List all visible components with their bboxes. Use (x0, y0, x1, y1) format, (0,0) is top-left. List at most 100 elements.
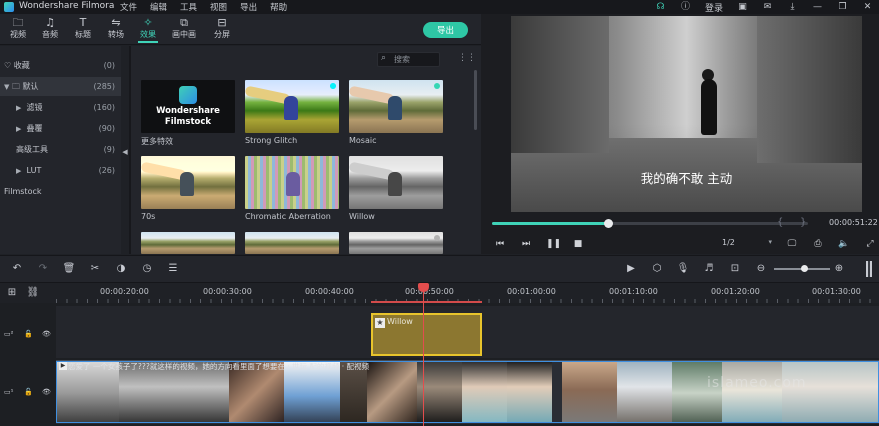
info-icon[interactable]: ⓘ (680, 2, 691, 13)
ruler-label: 00:00:50:00 (405, 287, 454, 296)
effect-thumb-70s[interactable] (141, 156, 235, 209)
menu-help[interactable]: 帮助 (270, 1, 287, 13)
effect-thumb-mosaic[interactable] (349, 80, 443, 133)
category-default[interactable]: ▼ 🗀 默认 (285) (0, 77, 121, 96)
title-bar: Wondershare Filmora 文件 编辑 工具 视图 导出 帮助 ☊ … (0, 0, 879, 14)
pip-icon: ⧉ (180, 16, 188, 29)
render-icon[interactable]: ▶ (624, 262, 638, 276)
clip-frame (782, 362, 878, 422)
collapse-panel-icon[interactable]: ◀ (121, 147, 129, 157)
category-overlays[interactable]: ▶ 叠覆 (90) (0, 119, 121, 138)
transition-icon: ⇋ (111, 16, 121, 29)
video-clip-title: 恋爱了 一个女孩子了???就这样的视频，她的方向看里面了想要在 · 世玩 配的视… (68, 362, 370, 371)
playhead-handle[interactable] (418, 283, 429, 292)
caret-right-icon: ▶ (16, 167, 22, 175)
menu-file[interactable]: 文件 (120, 1, 137, 13)
tab-video[interactable]: 🗀 视频 (2, 17, 34, 40)
volume-icon[interactable]: 🔈 (838, 238, 850, 250)
stop-icon[interactable]: ■ (572, 238, 584, 250)
delete-icon[interactable]: 🗑 (62, 262, 76, 276)
mic-icon[interactable]: 🎙 (676, 262, 690, 276)
track-type-icon: ▭² (4, 330, 14, 338)
marker-icon[interactable]: ⬡ (650, 262, 664, 276)
restore-icon[interactable]: ❐ (837, 2, 848, 13)
tab-transitions[interactable]: ⇋ 转场 (100, 17, 132, 40)
tab-effects[interactable]: ✧ 效果 (132, 17, 164, 43)
link-icon[interactable]: ⛓ (26, 286, 40, 300)
lock-icon[interactable]: 🔓 (24, 330, 33, 338)
category-filters[interactable]: ▶ 滤镜 (160) (0, 98, 121, 117)
effect-thumb-strong-glitch[interactable] (245, 80, 339, 133)
ruler-label: 00:00:40:00 (305, 287, 354, 296)
download-icon[interactable]: ⤓ (787, 2, 798, 13)
audio-mixer-icon[interactable]: ♬ (702, 262, 716, 276)
menu-view[interactable]: 视图 (210, 1, 227, 13)
category-favorites[interactable]: ♡ 收藏 (0) (0, 56, 121, 75)
effect-clip-willow[interactable]: ★ Willow (371, 313, 482, 356)
adjust-icon[interactable]: ☰ (166, 262, 180, 276)
chevron-down-icon: ▾ (768, 238, 772, 246)
menu-tools[interactable]: 工具 (180, 1, 197, 13)
mark-out-icon[interactable]: } (800, 217, 806, 228)
effect-thumb[interactable] (141, 232, 235, 254)
video-preview: 我的确不敢 主动 (511, 16, 862, 212)
effect-thumb[interactable] (245, 232, 339, 254)
zoom-out-icon[interactable]: ⊖ (754, 262, 768, 276)
effect-thumb-filmstock[interactable]: Wondershare Filmstock (141, 80, 235, 133)
category-advanced-tools[interactable]: 高级工具 (9) (0, 140, 121, 159)
eye-icon[interactable]: 👁 (42, 330, 51, 338)
menu-bar: 文件 编辑 工具 视图 导出 帮助 (120, 1, 287, 13)
export-button[interactable]: 导出 (423, 22, 468, 38)
category-filmstock[interactable]: Filmstock (0, 182, 121, 201)
display-icon[interactable]: 🖵 (786, 238, 798, 250)
category-lut[interactable]: ▶ LUT (26) (0, 161, 121, 180)
app-title: Wondershare Filmora (19, 1, 115, 11)
add-track-icon[interactable]: ⊞ (5, 286, 19, 300)
pause-icon[interactable]: ❚❚ (546, 238, 561, 250)
playhead-line[interactable] (423, 290, 424, 426)
color-icon[interactable]: ◑ (114, 262, 128, 276)
step-forward-icon[interactable]: ⏭ (520, 238, 532, 250)
minimize-icon[interactable]: — (812, 2, 823, 13)
effect-thumb[interactable] (349, 232, 443, 254)
tab-titles[interactable]: T 标题 (67, 17, 99, 40)
text-icon: T (79, 16, 87, 29)
caret-right-icon: ▶ (16, 125, 22, 133)
effect-thumb-willow[interactable] (349, 156, 443, 209)
zoom-slider-knob[interactable] (801, 265, 808, 272)
effect-label: 更多特效 (141, 137, 173, 146)
music-icon: ♫ (45, 16, 55, 29)
close-icon[interactable]: ✕ (862, 2, 873, 13)
category-panel: ♡ 收藏 (0) ▼ 🗀 默认 (285) ▶ 滤镜 (160) ▶ 叠覆 (90… (0, 46, 121, 254)
undo-icon[interactable]: ↶ (10, 262, 24, 276)
mail-icon[interactable]: ✉ (762, 2, 773, 13)
menu-edit[interactable]: 编辑 (150, 1, 167, 13)
headset-icon[interactable]: ☊ (655, 2, 666, 13)
zoom-in-icon[interactable]: ⊕ (832, 262, 846, 276)
tab-pip[interactable]: ⧉ 画中画 (168, 17, 200, 40)
lock-icon[interactable]: 🔓 (24, 388, 33, 396)
snapshot-icon[interactable]: ⎙ (812, 238, 824, 250)
panel-toggle-icon[interactable] (866, 261, 872, 277)
fullscreen-icon[interactable]: ⤢ (864, 238, 876, 250)
preview-scale-value: 1/2 (722, 238, 735, 247)
save-icon[interactable]: ▣ (737, 2, 748, 13)
preview-scale-select[interactable]: 1/2 ▾ (722, 238, 772, 250)
speed-icon[interactable]: ◷ (140, 262, 154, 276)
ruler-label: 00:00:20:00 (100, 287, 149, 296)
subtitle-icon[interactable]: ⊡ (728, 262, 742, 276)
login-link[interactable]: 登录 (705, 1, 723, 14)
menu-export[interactable]: 导出 (240, 1, 257, 13)
effect-thumb-chromatic-aberration[interactable] (245, 156, 339, 209)
mark-in-icon[interactable]: { (777, 217, 783, 228)
tab-splitscreen[interactable]: ⊟ 分屏 (206, 17, 238, 40)
eye-icon[interactable]: 👁 (42, 388, 51, 396)
library-scrollbar[interactable] (474, 70, 477, 130)
window-controls: ☊ ⓘ 登录 ▣ ✉ ⤓ — ❐ ✕ (655, 1, 873, 14)
download-badge-icon (330, 83, 336, 89)
grid-view-icon[interactable]: ⋮⋮ (458, 53, 476, 64)
cut-icon[interactable]: ✂ (88, 262, 102, 276)
step-back-icon[interactable]: ⏮ (494, 238, 506, 250)
redo-icon[interactable]: ↷ (36, 262, 50, 276)
tab-audio[interactable]: ♫ 音频 (34, 17, 66, 40)
